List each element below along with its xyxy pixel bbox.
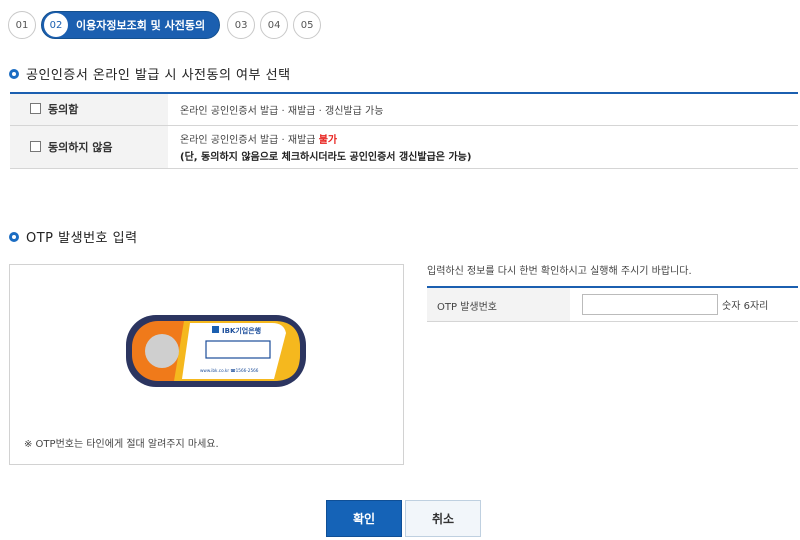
bullet-icon [9,231,19,242]
otp-input[interactable] [582,294,718,315]
agree-checkbox[interactable] [30,103,41,115]
consent-section-title: 공인인증서 온라인 발급 시 사전동의 여부 선택 [9,64,291,83]
step-03: 03 [227,11,256,39]
otp-device-brand: IBK기업은행 [222,326,261,335]
bullet-icon [9,68,19,79]
otp-warning-note: ※ OTP번호는 타인에게 절대 알려주지 마세요. [24,439,219,450]
disagree-option[interactable]: 동의하지 않음 [10,125,168,169]
step-02-number: 02 [44,13,68,37]
otp-field-cell: 숫자 6자리 [570,288,798,321]
agree-option[interactable]: 동의함 [10,93,168,126]
disagree-desc-note: (단, 동의하지 않음으로 체크하시더라도 공인인증서 갱신발급은 가능) [180,151,472,163]
otp-section-title: OTP 발생번호 입력 [9,227,138,246]
otp-unit-hint: 숫자 6자리 [722,301,769,312]
step-indicator: 01 02 이용자정보조회 및 사전동의 03 04 05 [8,11,326,39]
otp-title-text: OTP 발생번호 입력 [26,231,138,246]
otp-device-footer: www.ibk.co.kr ☎1566-2566 [200,368,259,373]
otp-device-image: IBK기업은행 www.ibk.co.kr ☎1566-2566 [126,315,306,387]
disagree-checkbox[interactable] [30,140,41,152]
agree-description: 온라인 공인인증서 발급 · 재발급 · 갱신발급 가능 [168,93,798,126]
disagree-desc-text: 온라인 공인인증서 발급 · 재발급 [180,134,319,146]
disagree-desc-emphasis: 불가 [318,134,338,146]
step-02-label: 이용자정보조회 및 사전동의 [76,19,206,32]
disagree-description: 온라인 공인인증서 발급 · 재발급 불가 (단, 동의하지 않음으로 체크하시… [168,125,798,169]
consent-title-text: 공인인증서 온라인 발급 시 사전동의 여부 선택 [26,68,291,83]
otp-field-label: OTP 발생번호 [427,288,570,321]
confirm-button[interactable]: 확인 [326,500,402,537]
step-04: 04 [260,11,289,39]
otp-illustration-panel: IBK기업은행 www.ibk.co.kr ☎1566-2566 ※ OTP번호… [9,264,404,465]
disagree-label: 동의하지 않음 [48,140,113,154]
consent-row-agree: 동의함 온라인 공인인증서 발급 · 재발급 · 갱신발급 가능 [10,93,798,126]
agree-label: 동의함 [48,103,79,117]
cancel-button[interactable]: 취소 [405,500,481,537]
step-01: 01 [8,11,36,39]
otp-form-table: OTP 발생번호 숫자 6자리 [427,286,798,322]
otp-guide-text: 입력하신 정보를 다시 한번 확인하시고 실행해 주시기 바랍니다. [427,266,692,277]
consent-table: 동의함 온라인 공인인증서 발급 · 재발급 · 갱신발급 가능 동의하지 않음… [10,92,798,169]
step-05: 05 [293,11,322,39]
step-02-current: 02 이용자정보조회 및 사전동의 [41,11,221,39]
consent-row-disagree: 동의하지 않음 온라인 공인인증서 발급 · 재발급 불가 (단, 동의하지 않… [10,125,798,169]
